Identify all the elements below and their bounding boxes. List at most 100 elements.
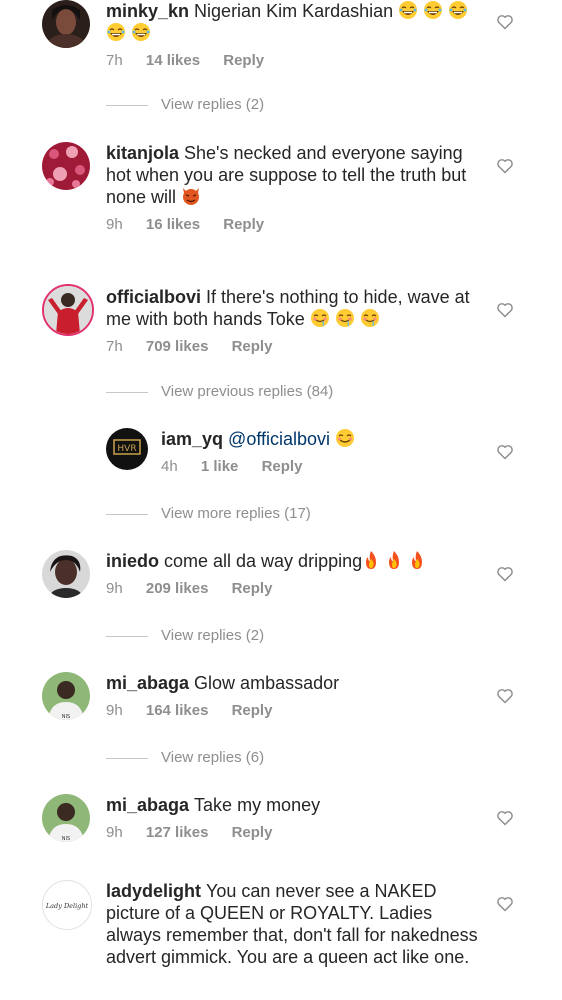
avatar-logo-text: Lady Delight (45, 902, 89, 910)
avatar-image: NIS (42, 794, 90, 842)
emoji-row (362, 551, 426, 571)
fire-emoji-icon (389, 551, 400, 569)
comment-time: 4h (161, 458, 178, 475)
emoji-row (335, 429, 355, 449)
comment-time: 7h (106, 52, 123, 69)
avatar-iam-yq[interactable]: HVR (106, 428, 148, 470)
view-replies-label: View previous replies (84) (161, 383, 334, 400)
avatar-mi-abaga[interactable]: NIS (42, 672, 90, 720)
comment-body: come all da way dripping (164, 551, 363, 571)
fire-emoji-icon (412, 551, 423, 569)
comment-likes[interactable]: 164 likes (146, 702, 209, 719)
comment-username[interactable]: ladydelight (106, 881, 201, 901)
view-replies-link[interactable]: View replies (2) (106, 627, 264, 644)
emoji-row (310, 309, 380, 329)
avatar-iniedo[interactable] (42, 550, 90, 598)
comment-time: 9h (106, 580, 123, 597)
divider-line (106, 104, 148, 106)
avatar-mi-abaga[interactable]: NIS (42, 794, 90, 842)
comment-body: Glow ambassador (194, 673, 340, 693)
comment-text: mi_abaga Take my money (106, 794, 481, 816)
comment-username[interactable]: minky_kn (106, 1, 189, 21)
view-replies-label: View replies (2) (161, 627, 265, 644)
heart-icon[interactable] (496, 158, 514, 174)
reply-button[interactable]: Reply (262, 458, 303, 475)
devil-emoji-icon (183, 188, 200, 205)
reply-button[interactable]: Reply (232, 824, 273, 841)
comment-text: ladydelight You can never see a NAKED pic… (106, 880, 481, 968)
laugh-emoji-icon (399, 1, 418, 19)
comment-username[interactable]: iam_yq (161, 429, 223, 449)
comment-username[interactable]: kitanjola (106, 143, 179, 163)
heart-icon[interactable] (496, 14, 514, 30)
avatar-image (42, 142, 90, 190)
comment-meta: 9h 16 likes Reply (106, 216, 481, 233)
comment-meta: 4h 1 like Reply (161, 458, 481, 475)
view-replies-label: View more replies (17) (161, 505, 311, 522)
reply-button[interactable]: Reply (223, 216, 264, 233)
comment-username[interactable]: mi_abaga (106, 795, 189, 815)
reply-button[interactable]: Reply (232, 338, 273, 355)
comment-likes[interactable]: 127 likes (146, 824, 209, 841)
drool-emoji-icon (335, 309, 354, 327)
svg-text:HVR: HVR (117, 444, 136, 454)
heart-icon[interactable] (496, 688, 514, 704)
laugh-emoji-icon (132, 23, 151, 41)
reply-button[interactable]: Reply (232, 702, 273, 719)
comment-body: Take my money (194, 795, 321, 815)
heart-icon[interactable] (496, 810, 514, 826)
avatar-image (44, 286, 92, 334)
laugh-emoji-icon (424, 1, 443, 19)
comment-likes[interactable]: 209 likes (146, 580, 209, 597)
comment-body[interactable]: @officialbovi (228, 429, 330, 449)
divider-line (106, 757, 148, 759)
avatar-image (42, 0, 90, 48)
comment-text: iniedo come all da way dripping (106, 550, 481, 572)
avatar-ladydelight[interactable]: Lady Delight (42, 880, 92, 930)
fire-emoji-icon (366, 551, 377, 569)
view-previous-replies-link[interactable]: View previous replies (84) (106, 383, 333, 400)
comment-time: 7h (106, 338, 123, 355)
avatar-image: Lady Delight (43, 881, 91, 929)
avatar-kitanjola[interactable] (42, 142, 90, 190)
avatar-minky-kn[interactable] (42, 0, 90, 48)
emoji-row (181, 187, 201, 207)
comment-text: mi_abaga Glow ambassador (106, 672, 481, 694)
avatar-image (42, 550, 90, 598)
comment-likes[interactable]: 709 likes (146, 338, 209, 355)
avatar-officialbovi[interactable] (42, 284, 94, 336)
comment-meta: 7h 14 likes Reply (106, 52, 481, 69)
comment-username[interactable]: iniedo (106, 551, 159, 571)
comment-likes[interactable]: 14 likes (146, 52, 200, 69)
heart-icon[interactable] (496, 302, 514, 318)
drool-emoji-icon (360, 309, 379, 327)
comment-body: Nigerian Kim Kardashian (194, 1, 394, 21)
comment-likes[interactable]: 1 like (201, 458, 239, 475)
svg-text:NIS: NIS (62, 836, 70, 842)
comment-meta: 7h 709 likes Reply (106, 338, 481, 355)
reply-button[interactable]: Reply (232, 580, 273, 597)
drool-emoji-icon (310, 309, 329, 327)
comment-username[interactable]: mi_abaga (106, 673, 189, 693)
view-more-replies-link[interactable]: View more replies (17) (106, 505, 311, 522)
view-replies-link[interactable]: View replies (2) (106, 96, 264, 113)
smile-emoji-icon (336, 429, 355, 447)
reply-button[interactable]: Reply (223, 52, 264, 69)
avatar-image: NIS (42, 672, 90, 720)
divider-line (106, 391, 148, 393)
avatar-image: HVR (106, 428, 148, 470)
heart-icon[interactable] (496, 444, 514, 460)
comment-text: iam_yq @officialbovi (161, 428, 481, 450)
divider-line (106, 513, 148, 515)
comment-meta: 9h 209 likes Reply (106, 580, 481, 597)
heart-icon[interactable] (496, 566, 514, 582)
view-replies-link[interactable]: View replies (6) (106, 749, 264, 766)
comment-text: minky_kn Nigerian Kim Kardashian (106, 0, 481, 44)
comment-username[interactable]: officialbovi (106, 287, 201, 307)
heart-icon[interactable] (496, 896, 514, 912)
comment-time: 9h (106, 216, 123, 233)
laugh-emoji-icon (107, 23, 125, 41)
comment-text: officialbovi If there's nothing to hide, … (106, 286, 481, 330)
comment-likes[interactable]: 16 likes (146, 216, 200, 233)
laugh-emoji-icon (449, 1, 468, 19)
